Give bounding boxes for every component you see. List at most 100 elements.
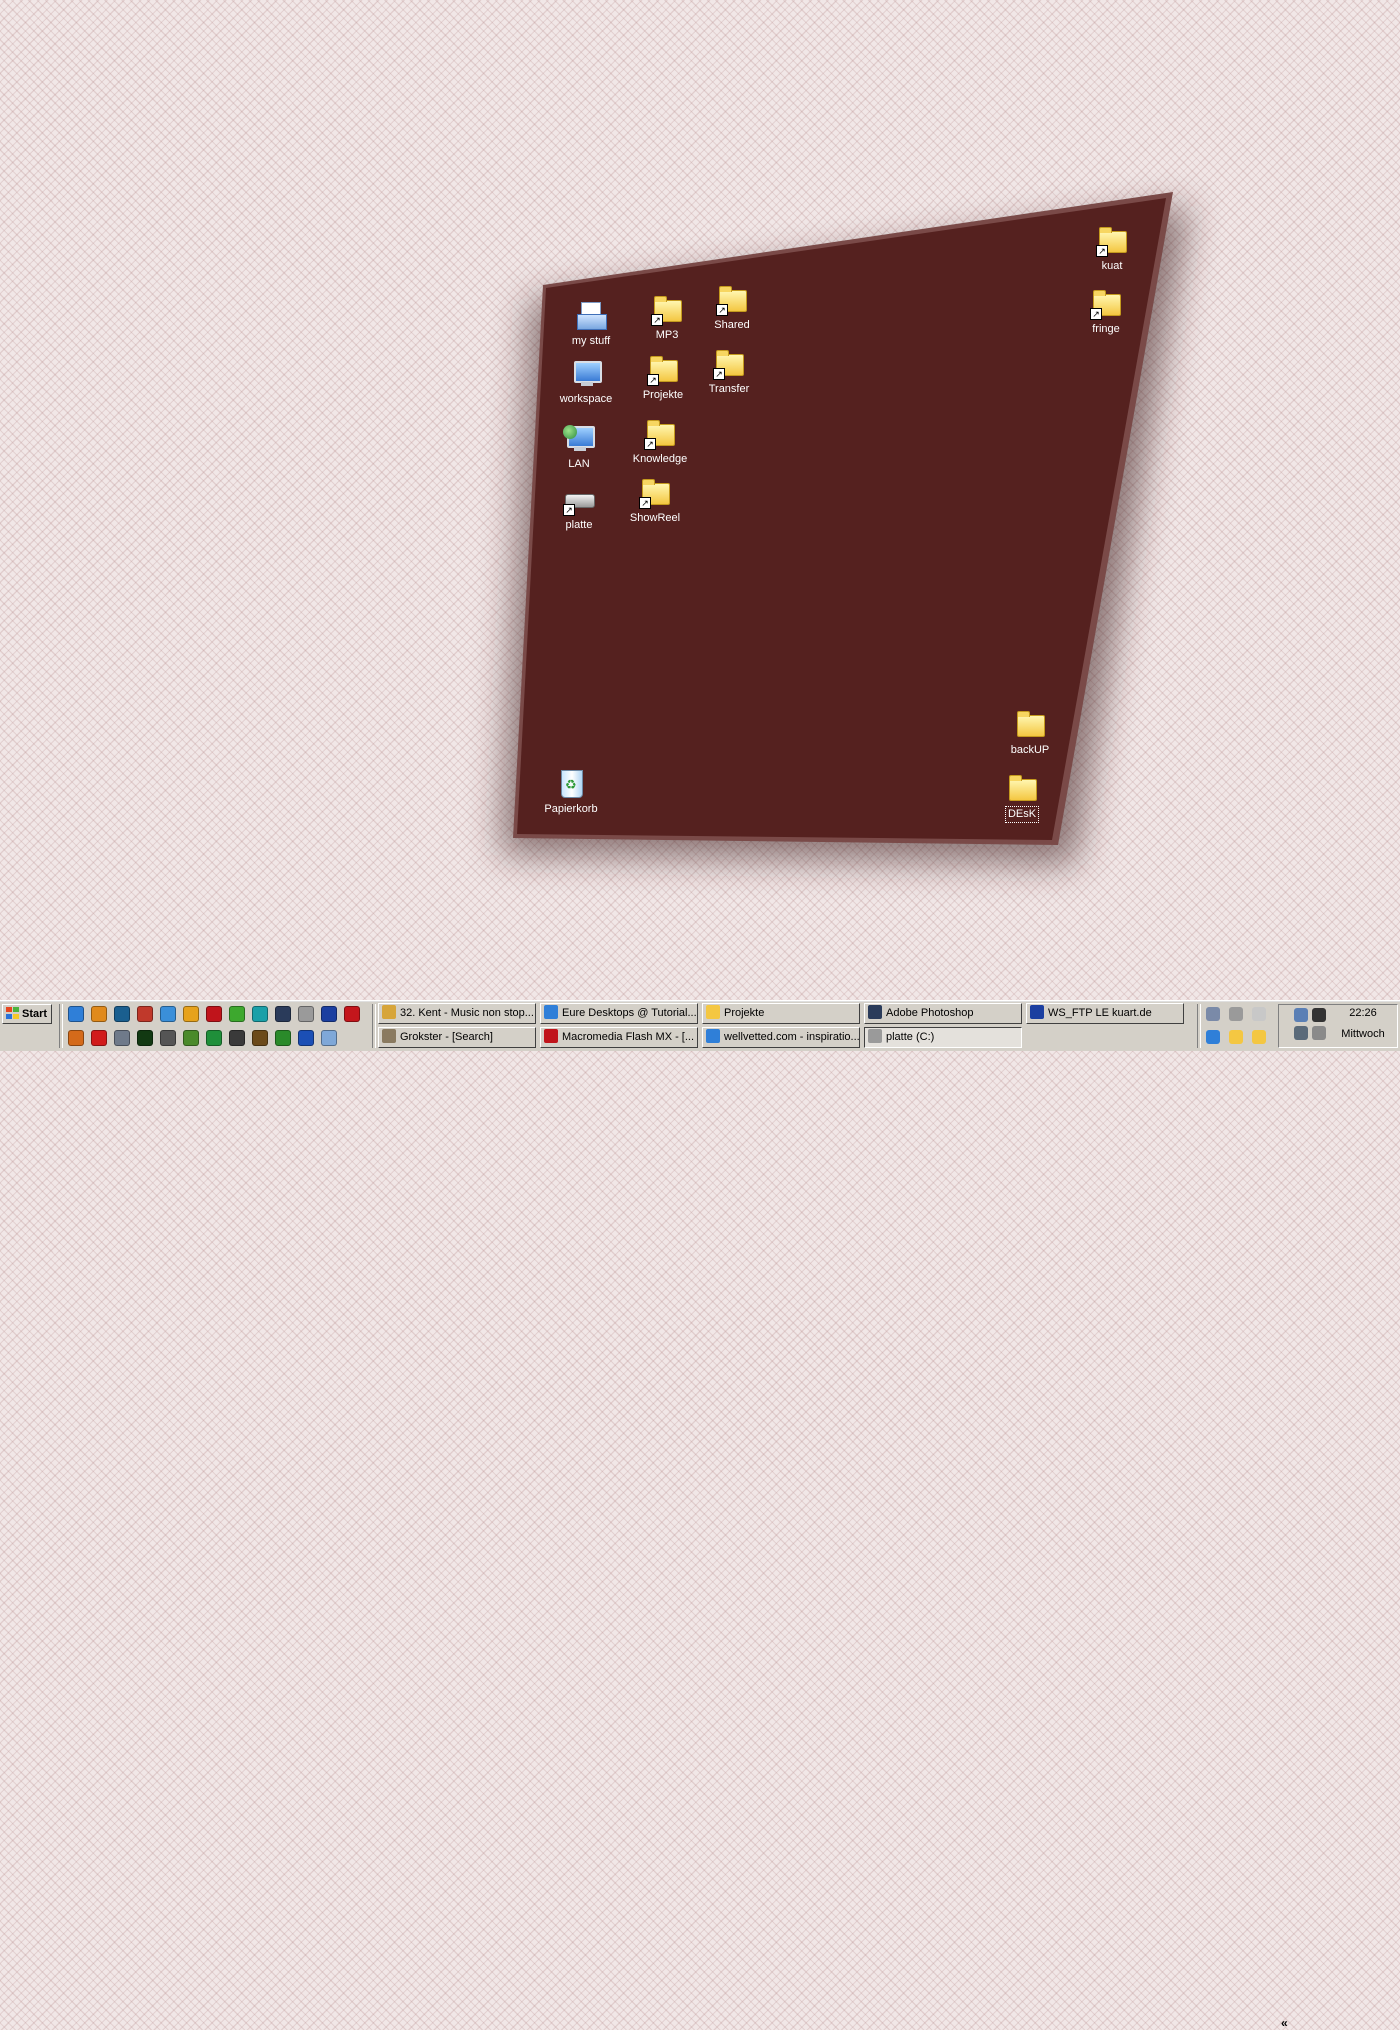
icon-label: Papierkorb bbox=[544, 803, 598, 815]
shortcut-arrow-icon: ↗ bbox=[716, 304, 728, 316]
disk-icon[interactable] bbox=[1229, 1007, 1243, 1021]
pen-icon[interactable] bbox=[183, 1006, 199, 1022]
outlook-icon[interactable] bbox=[91, 1006, 107, 1022]
shared-icon-item[interactable]: ↗ Shared bbox=[687, 284, 777, 333]
photoshop-icon[interactable] bbox=[275, 1006, 291, 1022]
task-label: Eure Desktops @ Tutorial... bbox=[562, 1007, 697, 1019]
task-label: Projekte bbox=[724, 1007, 765, 1019]
cd-icon[interactable] bbox=[1252, 1007, 1266, 1021]
clock-time[interactable]: 22:26 bbox=[1340, 1007, 1386, 1019]
task-label: Macromedia Flash MX - [... bbox=[562, 1031, 695, 1043]
tray-expand-button[interactable]: « bbox=[1281, 2016, 1288, 2030]
app-icon[interactable] bbox=[1206, 1030, 1220, 1044]
folder-icon: ↗ bbox=[716, 284, 748, 316]
freehand-icon[interactable] bbox=[183, 1030, 199, 1046]
taskbar-separator bbox=[59, 1004, 63, 1048]
task-wsftp-icon bbox=[1030, 1005, 1044, 1019]
ftp-icon[interactable] bbox=[321, 1006, 337, 1022]
folder-icon-2[interactable] bbox=[1252, 1030, 1266, 1044]
taskbar-separator bbox=[372, 1004, 376, 1048]
dreamweaver-icon[interactable] bbox=[229, 1006, 245, 1022]
icon-label: Shared bbox=[714, 319, 750, 331]
shortcut-arrow-icon: ↗ bbox=[1090, 308, 1102, 320]
g-tray-icon[interactable] bbox=[1312, 1008, 1326, 1022]
papierkorb-icon-item[interactable]: Papierkorb bbox=[526, 768, 616, 817]
gear-icon[interactable] bbox=[114, 1030, 130, 1046]
task-grokster-button[interactable]: Grokster - [Search] bbox=[378, 1027, 536, 1048]
showreel-icon-item[interactable]: ↗ ShowReel bbox=[610, 477, 700, 526]
task-eure-desktops-button[interactable]: Eure Desktops @ Tutorial... bbox=[540, 1003, 698, 1024]
task-label: platte (C:) bbox=[886, 1031, 935, 1043]
toolbox-icon[interactable] bbox=[137, 1006, 153, 1022]
notepad-icon[interactable] bbox=[321, 1030, 337, 1046]
task-label: wellvetted.com - inspiratio... bbox=[724, 1031, 860, 1043]
shortcut-arrow-icon: ↗ bbox=[563, 504, 575, 516]
flash-icon[interactable] bbox=[206, 1006, 222, 1022]
icon-label: DEsK bbox=[1004, 806, 1040, 823]
folder-icon bbox=[1014, 709, 1046, 741]
task-flash-button[interactable]: Macromedia Flash MX - [... bbox=[540, 1027, 698, 1048]
acrobat-icon[interactable] bbox=[344, 1006, 360, 1022]
messenger-icon[interactable] bbox=[160, 1006, 176, 1022]
winamp-icon[interactable] bbox=[68, 1030, 84, 1046]
taskbar: Start 32. Kent - Music non stop... Eure D… bbox=[0, 1000, 1400, 2030]
start-button[interactable]: Start bbox=[2, 1004, 52, 1024]
task-projekte-button[interactable]: Projekte bbox=[702, 1003, 860, 1024]
kuat-icon-item[interactable]: ↗ kuat bbox=[1067, 225, 1157, 274]
film-icon[interactable] bbox=[252, 1030, 268, 1046]
folder-icon: ↗ bbox=[1096, 225, 1128, 257]
taskbar-separator bbox=[1197, 1004, 1201, 1048]
sync-tray-icon[interactable] bbox=[1312, 1026, 1326, 1040]
task-platte-button[interactable]: platte (C:) bbox=[864, 1027, 1022, 1048]
icon-label: ShowReel bbox=[629, 512, 681, 524]
transfer-icon-item[interactable]: ↗ Transfer bbox=[684, 348, 774, 397]
task-photoshop-icon bbox=[868, 1005, 882, 1019]
fireworks-icon[interactable] bbox=[252, 1006, 268, 1022]
shortcut-arrow-icon: ↗ bbox=[1096, 245, 1108, 257]
internet-explorer-icon[interactable] bbox=[68, 1006, 84, 1022]
network-tray-icon[interactable] bbox=[1294, 1008, 1308, 1022]
usb-icon[interactable] bbox=[1206, 1007, 1220, 1021]
shortcut-arrow-icon: ↗ bbox=[713, 368, 725, 380]
task-label: Grokster - [Search] bbox=[400, 1031, 493, 1043]
clock-day: Mittwoch bbox=[1341, 1028, 1385, 1040]
folder-icon[interactable] bbox=[1229, 1030, 1243, 1044]
mx-icon[interactable] bbox=[137, 1030, 153, 1046]
task-winamp-button[interactable]: 32. Kent - Music non stop... bbox=[378, 1003, 536, 1024]
task-wsftp-button[interactable]: WS_FTP LE kuart.de bbox=[1026, 1003, 1184, 1024]
shortcut-arrow-icon: ↗ bbox=[644, 438, 656, 450]
terminal-icon[interactable] bbox=[229, 1030, 245, 1046]
network-icon bbox=[563, 423, 595, 455]
clover-icon[interactable] bbox=[206, 1030, 222, 1046]
desk-icon-item[interactable]: DEsK bbox=[977, 773, 1067, 823]
netscape-icon[interactable] bbox=[114, 1006, 130, 1022]
chat-icon[interactable] bbox=[275, 1030, 291, 1046]
task-label: 32. Kent - Music non stop... bbox=[400, 1007, 534, 1019]
task-winamp-icon bbox=[382, 1005, 396, 1019]
icon-label: workspace bbox=[559, 393, 613, 405]
task-eure-desktops-icon bbox=[544, 1005, 558, 1019]
shortcut-arrow-icon: ↗ bbox=[651, 314, 663, 326]
task-flash-icon bbox=[544, 1029, 558, 1043]
pattern-icon[interactable] bbox=[298, 1006, 314, 1022]
shortcut-arrow-icon: ↗ bbox=[639, 497, 651, 509]
fringe-icon-item[interactable]: ↗ fringe bbox=[1061, 288, 1151, 337]
task-wellvetted-icon bbox=[706, 1029, 720, 1043]
knowledge-icon-item[interactable]: ↗ Knowledge bbox=[615, 418, 705, 467]
update-tray-icon[interactable] bbox=[1294, 1026, 1308, 1040]
backup-icon-item[interactable]: backUP bbox=[985, 709, 1075, 758]
folder-icon bbox=[1006, 773, 1038, 805]
task-photoshop-button[interactable]: Adobe Photoshop bbox=[864, 1003, 1022, 1024]
folder-icon: ↗ bbox=[644, 418, 676, 450]
shield-icon[interactable] bbox=[91, 1030, 107, 1046]
icon-label: fringe bbox=[1092, 323, 1120, 335]
mail-icon[interactable] bbox=[160, 1030, 176, 1046]
icon-label: Knowledge bbox=[632, 453, 688, 465]
windows-logo-icon bbox=[6, 1007, 19, 1019]
eye-icon[interactable] bbox=[298, 1030, 314, 1046]
hard-drive-icon: ↗ bbox=[563, 484, 595, 516]
task-wellvetted-button[interactable]: wellvetted.com - inspiratio... bbox=[702, 1027, 860, 1048]
task-projekte-icon bbox=[706, 1005, 720, 1019]
lan-icon-item[interactable]: LAN bbox=[534, 423, 624, 472]
icon-label: LAN bbox=[568, 458, 590, 470]
